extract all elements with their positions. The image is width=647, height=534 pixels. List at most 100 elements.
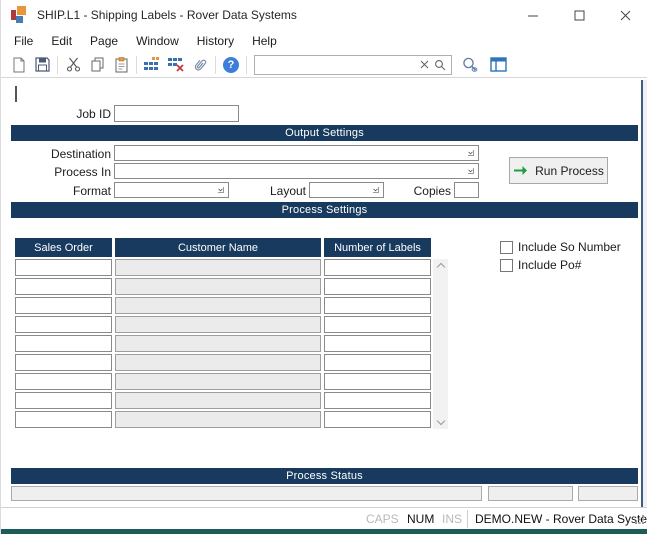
layout-panel-icon[interactable] — [486, 54, 510, 76]
labels-count-cell[interactable] — [324, 411, 431, 428]
include-po-option[interactable]: Include Po# — [500, 258, 581, 272]
copy-icon[interactable] — [85, 54, 109, 76]
sales-order-cell[interactable] — [15, 392, 112, 409]
sales-order-cell[interactable] — [15, 373, 112, 390]
table-row — [15, 259, 431, 276]
table-row — [15, 411, 431, 428]
labels-count-cell[interactable] — [324, 316, 431, 333]
customer-name-cell — [115, 392, 321, 409]
include-so-number-checkbox[interactable] — [500, 241, 513, 254]
text-caret — [15, 86, 17, 102]
process-status-field-3 — [578, 486, 638, 501]
labels-count-cell[interactable] — [324, 297, 431, 314]
customer-name-cell — [115, 259, 321, 276]
save-icon[interactable] — [30, 54, 54, 76]
sales-order-cell[interactable] — [15, 335, 112, 352]
job-id-label: Job ID — [1, 107, 111, 121]
table-row — [15, 316, 431, 333]
customer-name-cell — [115, 297, 321, 314]
table-row — [15, 392, 431, 409]
scroll-down-icon[interactable] — [436, 417, 444, 425]
title-bar: SHIP.L1 - Shipping Labels - Rover Data S… — [1, 0, 647, 30]
menu-window[interactable]: Window — [127, 34, 188, 48]
cut-icon[interactable] — [61, 54, 85, 76]
column-header-sales-order: Sales Order — [15, 238, 112, 257]
sales-order-cell[interactable] — [15, 411, 112, 428]
include-so-number-option[interactable]: Include So Number — [500, 240, 621, 254]
table-row — [15, 297, 431, 314]
close-button[interactable] — [602, 0, 647, 30]
resize-grip[interactable] — [635, 513, 645, 527]
menu-file[interactable]: File — [5, 34, 42, 48]
run-process-button[interactable]: Run Process — [509, 157, 608, 184]
column-header-customer-name: Customer Name — [115, 238, 321, 257]
sales-order-cell[interactable] — [15, 316, 112, 333]
desktop-background-strip — [1, 529, 647, 534]
sales-order-cell[interactable] — [15, 278, 112, 295]
search-input[interactable] — [260, 58, 415, 72]
attach-icon[interactable] — [188, 54, 212, 76]
sales-order-cell[interactable] — [15, 354, 112, 371]
maximize-button[interactable] — [556, 0, 602, 30]
labels-count-cell[interactable] — [324, 373, 431, 390]
lookup-icon[interactable] — [458, 54, 482, 76]
customer-name-cell — [115, 354, 321, 371]
menu-edit[interactable]: Edit — [42, 34, 81, 48]
insert-row-icon[interactable] — [140, 54, 164, 76]
process-settings-header: Process Settings — [11, 202, 638, 218]
workstation-label: DEMO.NEW - Rover Data Systems — [475, 512, 647, 526]
labels-count-cell[interactable] — [324, 335, 431, 352]
delete-row-icon[interactable] — [164, 54, 188, 76]
chevron-down-icon — [468, 150, 474, 156]
customer-name-cell — [115, 335, 321, 352]
include-po-checkbox[interactable] — [500, 259, 513, 272]
process-in-label: Process In — [1, 165, 111, 179]
table-scrollbar[interactable] — [433, 259, 448, 429]
customer-name-cell — [115, 411, 321, 428]
toolbar-separator — [215, 56, 216, 74]
customer-name-cell — [115, 373, 321, 390]
menu-bar: File Edit Page Window History Help — [1, 30, 647, 52]
window-right-margin — [643, 80, 647, 507]
labels-count-cell[interactable] — [324, 354, 431, 371]
format-label: Format — [1, 184, 111, 198]
help-icon[interactable]: ? — [219, 54, 243, 76]
run-arrow-icon — [513, 165, 528, 176]
copies-input[interactable] — [454, 182, 479, 198]
search-clear-icon[interactable] — [420, 60, 429, 69]
copies-label: Copies — [341, 184, 451, 198]
scroll-up-icon[interactable] — [436, 263, 444, 271]
destination-select[interactable] — [114, 145, 479, 161]
output-settings-header: Output Settings — [11, 125, 638, 141]
paste-icon[interactable] — [109, 54, 133, 76]
sales-order-cell[interactable] — [15, 297, 112, 314]
app-window: SHIP.L1 - Shipping Labels - Rover Data S… — [0, 0, 647, 534]
table-body — [15, 259, 431, 430]
table-row — [15, 373, 431, 390]
search-icon[interactable] — [434, 59, 446, 71]
toolbar-separator — [246, 56, 247, 74]
include-so-number-label: Include So Number — [518, 240, 621, 254]
table-row — [15, 354, 431, 371]
app-logo-icon — [11, 6, 29, 24]
new-document-icon[interactable] — [6, 54, 30, 76]
minimize-button[interactable] — [510, 0, 556, 30]
window-title: SHIP.L1 - Shipping Labels - Rover Data S… — [37, 8, 297, 22]
menu-history[interactable]: History — [188, 34, 243, 48]
table-row — [15, 278, 431, 295]
menu-page[interactable]: Page — [81, 34, 127, 48]
sales-order-cell[interactable] — [15, 259, 112, 276]
run-process-label: Run Process — [535, 164, 604, 178]
process-in-select[interactable] — [114, 163, 479, 179]
toolbar-separator — [136, 56, 137, 74]
labels-count-cell[interactable] — [324, 392, 431, 409]
num-lock-indicator: NUM — [407, 512, 434, 526]
labels-count-cell[interactable] — [324, 259, 431, 276]
process-status-message-field — [11, 486, 482, 501]
destination-label: Destination — [1, 147, 111, 161]
menu-help[interactable]: Help — [243, 34, 286, 48]
chevron-down-icon — [468, 168, 474, 174]
process-status-field-2 — [488, 486, 573, 501]
job-id-input[interactable] — [114, 105, 239, 122]
labels-count-cell[interactable] — [324, 278, 431, 295]
